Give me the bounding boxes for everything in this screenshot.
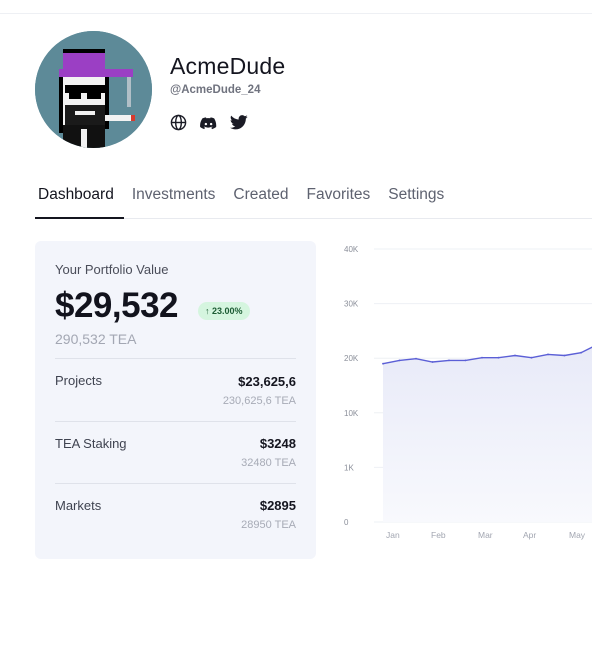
profile-tabs: Dashboard Investments Created Favorites … [38, 186, 462, 204]
chart-point [448, 359, 450, 362]
portfolio-chart: 40K 30K 20K 10K 1K 0 Jan Feb Mar Apr May [334, 236, 592, 546]
projects-tea: 230,625,6 TEA [222, 395, 296, 407]
chart-x-tick-label: Feb [431, 530, 446, 540]
chart-point [530, 356, 533, 359]
tab-dashboard[interactable]: Dashboard [38, 186, 114, 204]
chart-point [563, 354, 566, 357]
projects-label: Projects [55, 373, 102, 388]
portfolio-chart-svg: 40K 30K 20K 10K 1K 0 Jan Feb Mar Apr May [344, 245, 592, 540]
portfolio-tea-value: 290,532 TEA [55, 331, 137, 347]
portfolio-value: $29,532 [55, 286, 179, 325]
chart-point [481, 356, 483, 359]
chart-y-tick-label: 20K [344, 354, 359, 363]
divider [55, 358, 296, 359]
top-divider [0, 13, 592, 14]
chart-y-tick-label: 30K [344, 300, 359, 309]
chart-x-tick-label: Mar [478, 530, 493, 540]
portfolio-card: Your Portfolio Value $29,532 ↑ 23.00% 29… [35, 241, 316, 559]
portfolio-title: Your Portfolio Value [55, 262, 169, 277]
avatar-image [35, 31, 152, 148]
tab-investments[interactable]: Investments [132, 186, 216, 204]
chart-x-tick-label: Apr [523, 530, 536, 540]
chart-x-tick-label: May [569, 530, 586, 540]
portfolio-change-badge: ↑ 23.00% [198, 302, 250, 320]
profile-name: AcmeDude [170, 53, 286, 79]
chart-point [580, 351, 582, 354]
tab-settings[interactable]: Settings [388, 186, 444, 204]
avatar [35, 31, 152, 148]
twitter-icon[interactable] [229, 113, 248, 132]
chart-area [383, 347, 592, 522]
globe-icon[interactable] [169, 113, 188, 132]
social-links [169, 113, 248, 132]
chart-point [497, 356, 500, 359]
chart-y-tick-label: 1K [344, 463, 354, 472]
tab-created[interactable]: Created [233, 186, 288, 204]
chart-point [464, 359, 467, 362]
chart-point [431, 361, 434, 363]
active-tab-indicator [35, 217, 124, 219]
projects-value: $23,625,6 [238, 374, 296, 389]
chart-y-tick-label: 10K [344, 409, 359, 418]
tab-favorites[interactable]: Favorites [307, 186, 371, 204]
chart-point [547, 353, 549, 356]
chart-point [415, 357, 417, 360]
tea-staking-label: TEA Staking [55, 436, 127, 451]
chart-point [514, 354, 516, 357]
chart-point [398, 359, 401, 362]
markets-label: Markets [55, 498, 102, 513]
markets-tea: 28950 TEA [241, 519, 296, 531]
markets-value: $2895 [259, 498, 296, 513]
chart-y-tick-label: 40K [344, 245, 359, 254]
discord-icon[interactable] [199, 113, 218, 132]
divider [55, 483, 296, 484]
chart-y-tick-label: 0 [344, 518, 349, 527]
tea-staking-value: $3248 [259, 436, 296, 451]
chart-x-tick-label: Jan [386, 530, 400, 540]
divider [55, 421, 296, 422]
chart-point [382, 362, 384, 365]
tea-staking-tea: 32480 TEA [241, 457, 296, 469]
profile-handle: @AcmeDude_24 [170, 84, 261, 96]
